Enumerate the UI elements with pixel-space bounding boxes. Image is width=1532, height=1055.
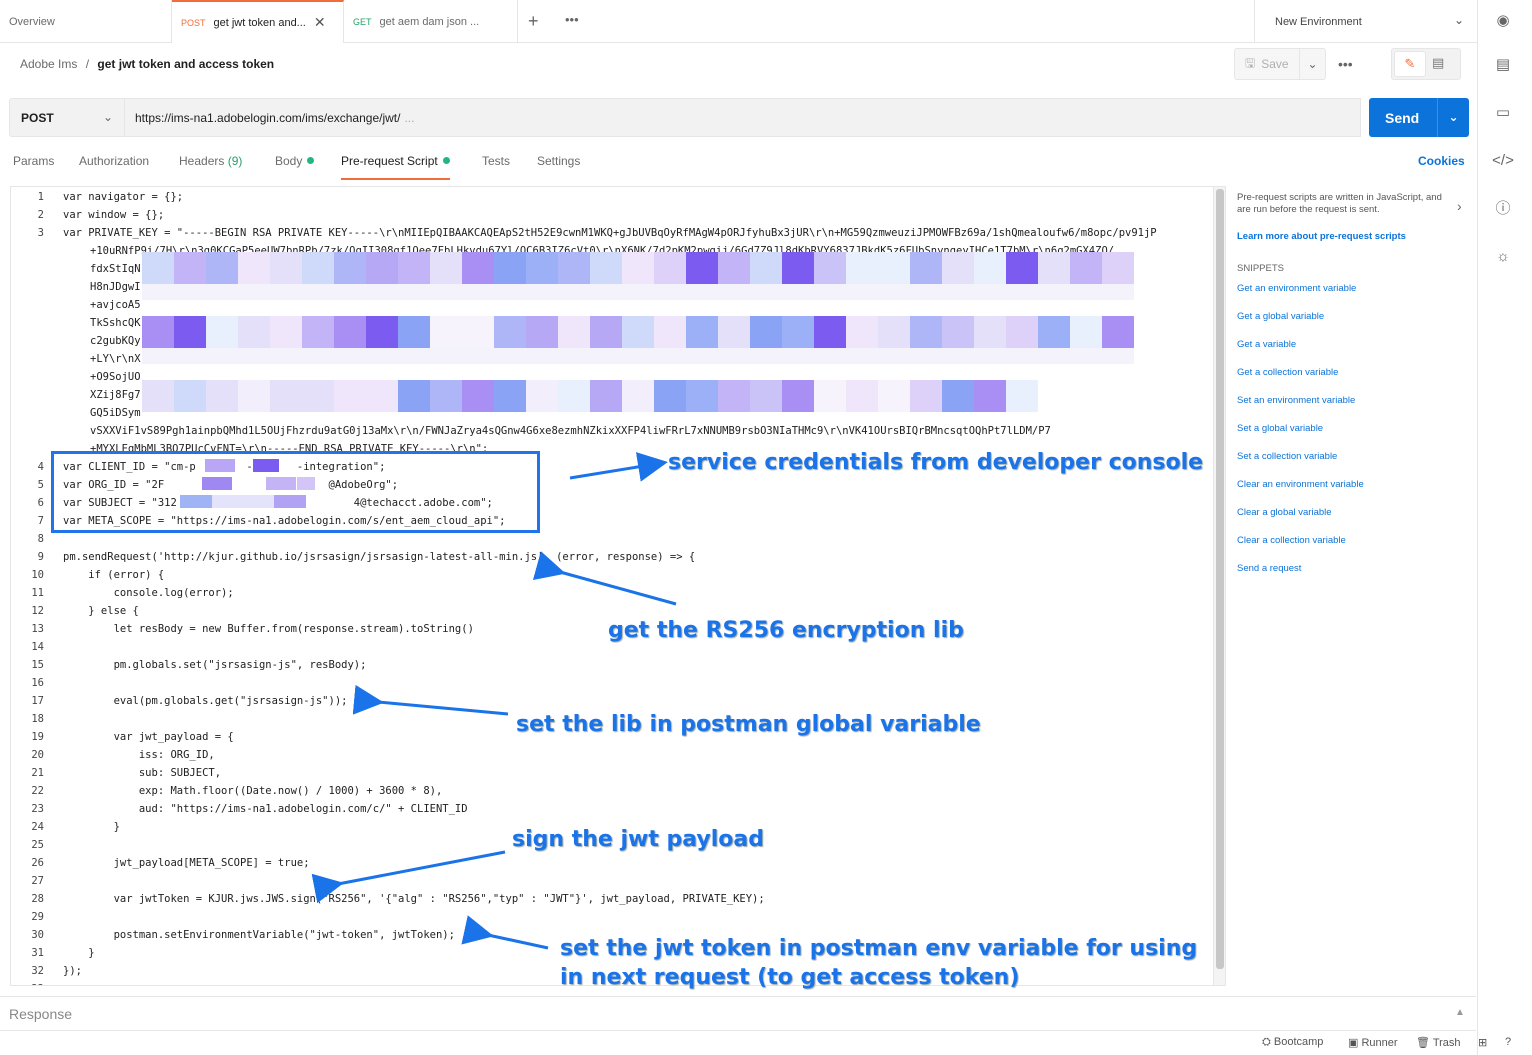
chevron-up-icon[interactable]: ▲ — [1455, 1007, 1465, 1018]
environment-selector[interactable]: New Environment ⌄ — [1254, 0, 1480, 43]
save-button[interactable]: 🖫 Save ⌄ — [1234, 48, 1326, 80]
document-icon[interactable]: ▤ — [1492, 54, 1514, 76]
runner-icon: ▣ — [1348, 1037, 1359, 1049]
chevron-right-icon[interactable]: › — [1457, 198, 1462, 214]
trash-button[interactable]: 🗑 Trash — [1416, 1036, 1461, 1049]
code-icon[interactable]: </> — [1492, 150, 1514, 172]
send-label: Send — [1385, 109, 1420, 126]
save-label: Save — [1261, 57, 1289, 71]
cookies-link[interactable]: Cookies — [1418, 154, 1465, 168]
response-panel[interactable]: Response ▲ — [0, 996, 1476, 1030]
snippet-link[interactable]: Clear an environment variable — [1237, 479, 1364, 490]
pencil-icon[interactable]: ✎ — [1394, 51, 1426, 77]
chevron-down-icon[interactable]: ⌄ — [1299, 49, 1325, 79]
info-icon[interactable]: ⓘ — [1492, 198, 1514, 220]
learn-more-link[interactable]: Learn more about pre-request scripts — [1237, 231, 1406, 242]
trash-icon: 🗑 — [1416, 1037, 1430, 1049]
bootcamp-icon: ⛭ — [1262, 1036, 1271, 1048]
view-mode-toggle: ✎ ▤ — [1391, 48, 1461, 80]
snippet-link[interactable]: Get a variable — [1237, 339, 1296, 350]
snippet-link[interactable]: Set a collection variable — [1237, 451, 1337, 462]
save-icon: 🖫 — [1245, 55, 1256, 70]
right-sidebar: ◉ ▤ ▭ </> ⓘ ☼ — [1477, 0, 1532, 1055]
snippet-link[interactable]: Get a global variable — [1237, 311, 1324, 322]
comment-icon[interactable]: ▤ — [1432, 55, 1444, 71]
bootcamp-label: Bootcamp — [1273, 1036, 1324, 1048]
chevron-down-icon[interactable]: ⌄ — [1437, 98, 1469, 137]
arrow — [311, 850, 506, 904]
snippet-link[interactable]: Get an environment variable — [1237, 283, 1356, 294]
snippets-heading: SNIPPETS — [1237, 263, 1284, 274]
annotation-env-line2: in next request (to get access token) — [560, 965, 1020, 990]
snippet-link[interactable]: Send a request — [1237, 563, 1301, 574]
arrow — [569, 452, 668, 482]
annotation-sign: sign the jwt payload — [512, 827, 765, 852]
comment-icon[interactable]: ▭ — [1492, 102, 1514, 124]
arrow — [461, 915, 549, 950]
environment-name: New Environment — [1275, 15, 1362, 28]
annotation-encryption: get the RS256 encryption lib — [608, 618, 964, 643]
runner-label: Runner — [1361, 1037, 1398, 1049]
annotation-global: set the lib in postman global variable — [516, 712, 981, 737]
snippet-link[interactable]: Set a global variable — [1237, 423, 1323, 434]
snippet-link[interactable]: Get a collection variable — [1237, 367, 1338, 378]
send-button[interactable]: Send ⌄ — [1369, 98, 1469, 137]
snippet-link[interactable]: Set an environment variable — [1237, 395, 1355, 406]
snippet-link[interactable]: Clear a collection variable — [1237, 535, 1346, 546]
annotation-env-line1: set the jwt token in postman env variabl… — [560, 936, 1198, 961]
snippet-link[interactable]: Clear a global variable — [1237, 507, 1332, 518]
more-icon[interactable]: ••• — [1338, 56, 1353, 72]
arrow — [352, 684, 509, 716]
trash-label: Trash — [1432, 1037, 1461, 1049]
arrow — [532, 551, 677, 606]
help-panel: Pre-request scripts are written in JavaS… — [1229, 186, 1475, 986]
layout-icon[interactable]: ⊞ — [1478, 1036, 1487, 1049]
bootcamp-button[interactable]: ⛭ Bootcamp — [1262, 1036, 1323, 1049]
chevron-down-icon: ⌄ — [1453, 13, 1464, 27]
runner-button[interactable]: ▣ Runner — [1348, 1036, 1398, 1049]
response-label: Response — [9, 1006, 73, 1022]
status-bar: ⛭ Bootcamp ▣ Runner 🗑 Trash ⊞ ? — [0, 1030, 1511, 1055]
help-intro: Pre-request scripts are written in JavaS… — [1237, 192, 1442, 215]
eye-icon[interactable]: ◉ — [1492, 10, 1514, 32]
lightbulb-icon[interactable]: ☼ — [1492, 246, 1514, 268]
help-icon[interactable]: ? — [1505, 1036, 1511, 1048]
annotation-credentials: service credentials from developer conso… — [668, 450, 1204, 475]
